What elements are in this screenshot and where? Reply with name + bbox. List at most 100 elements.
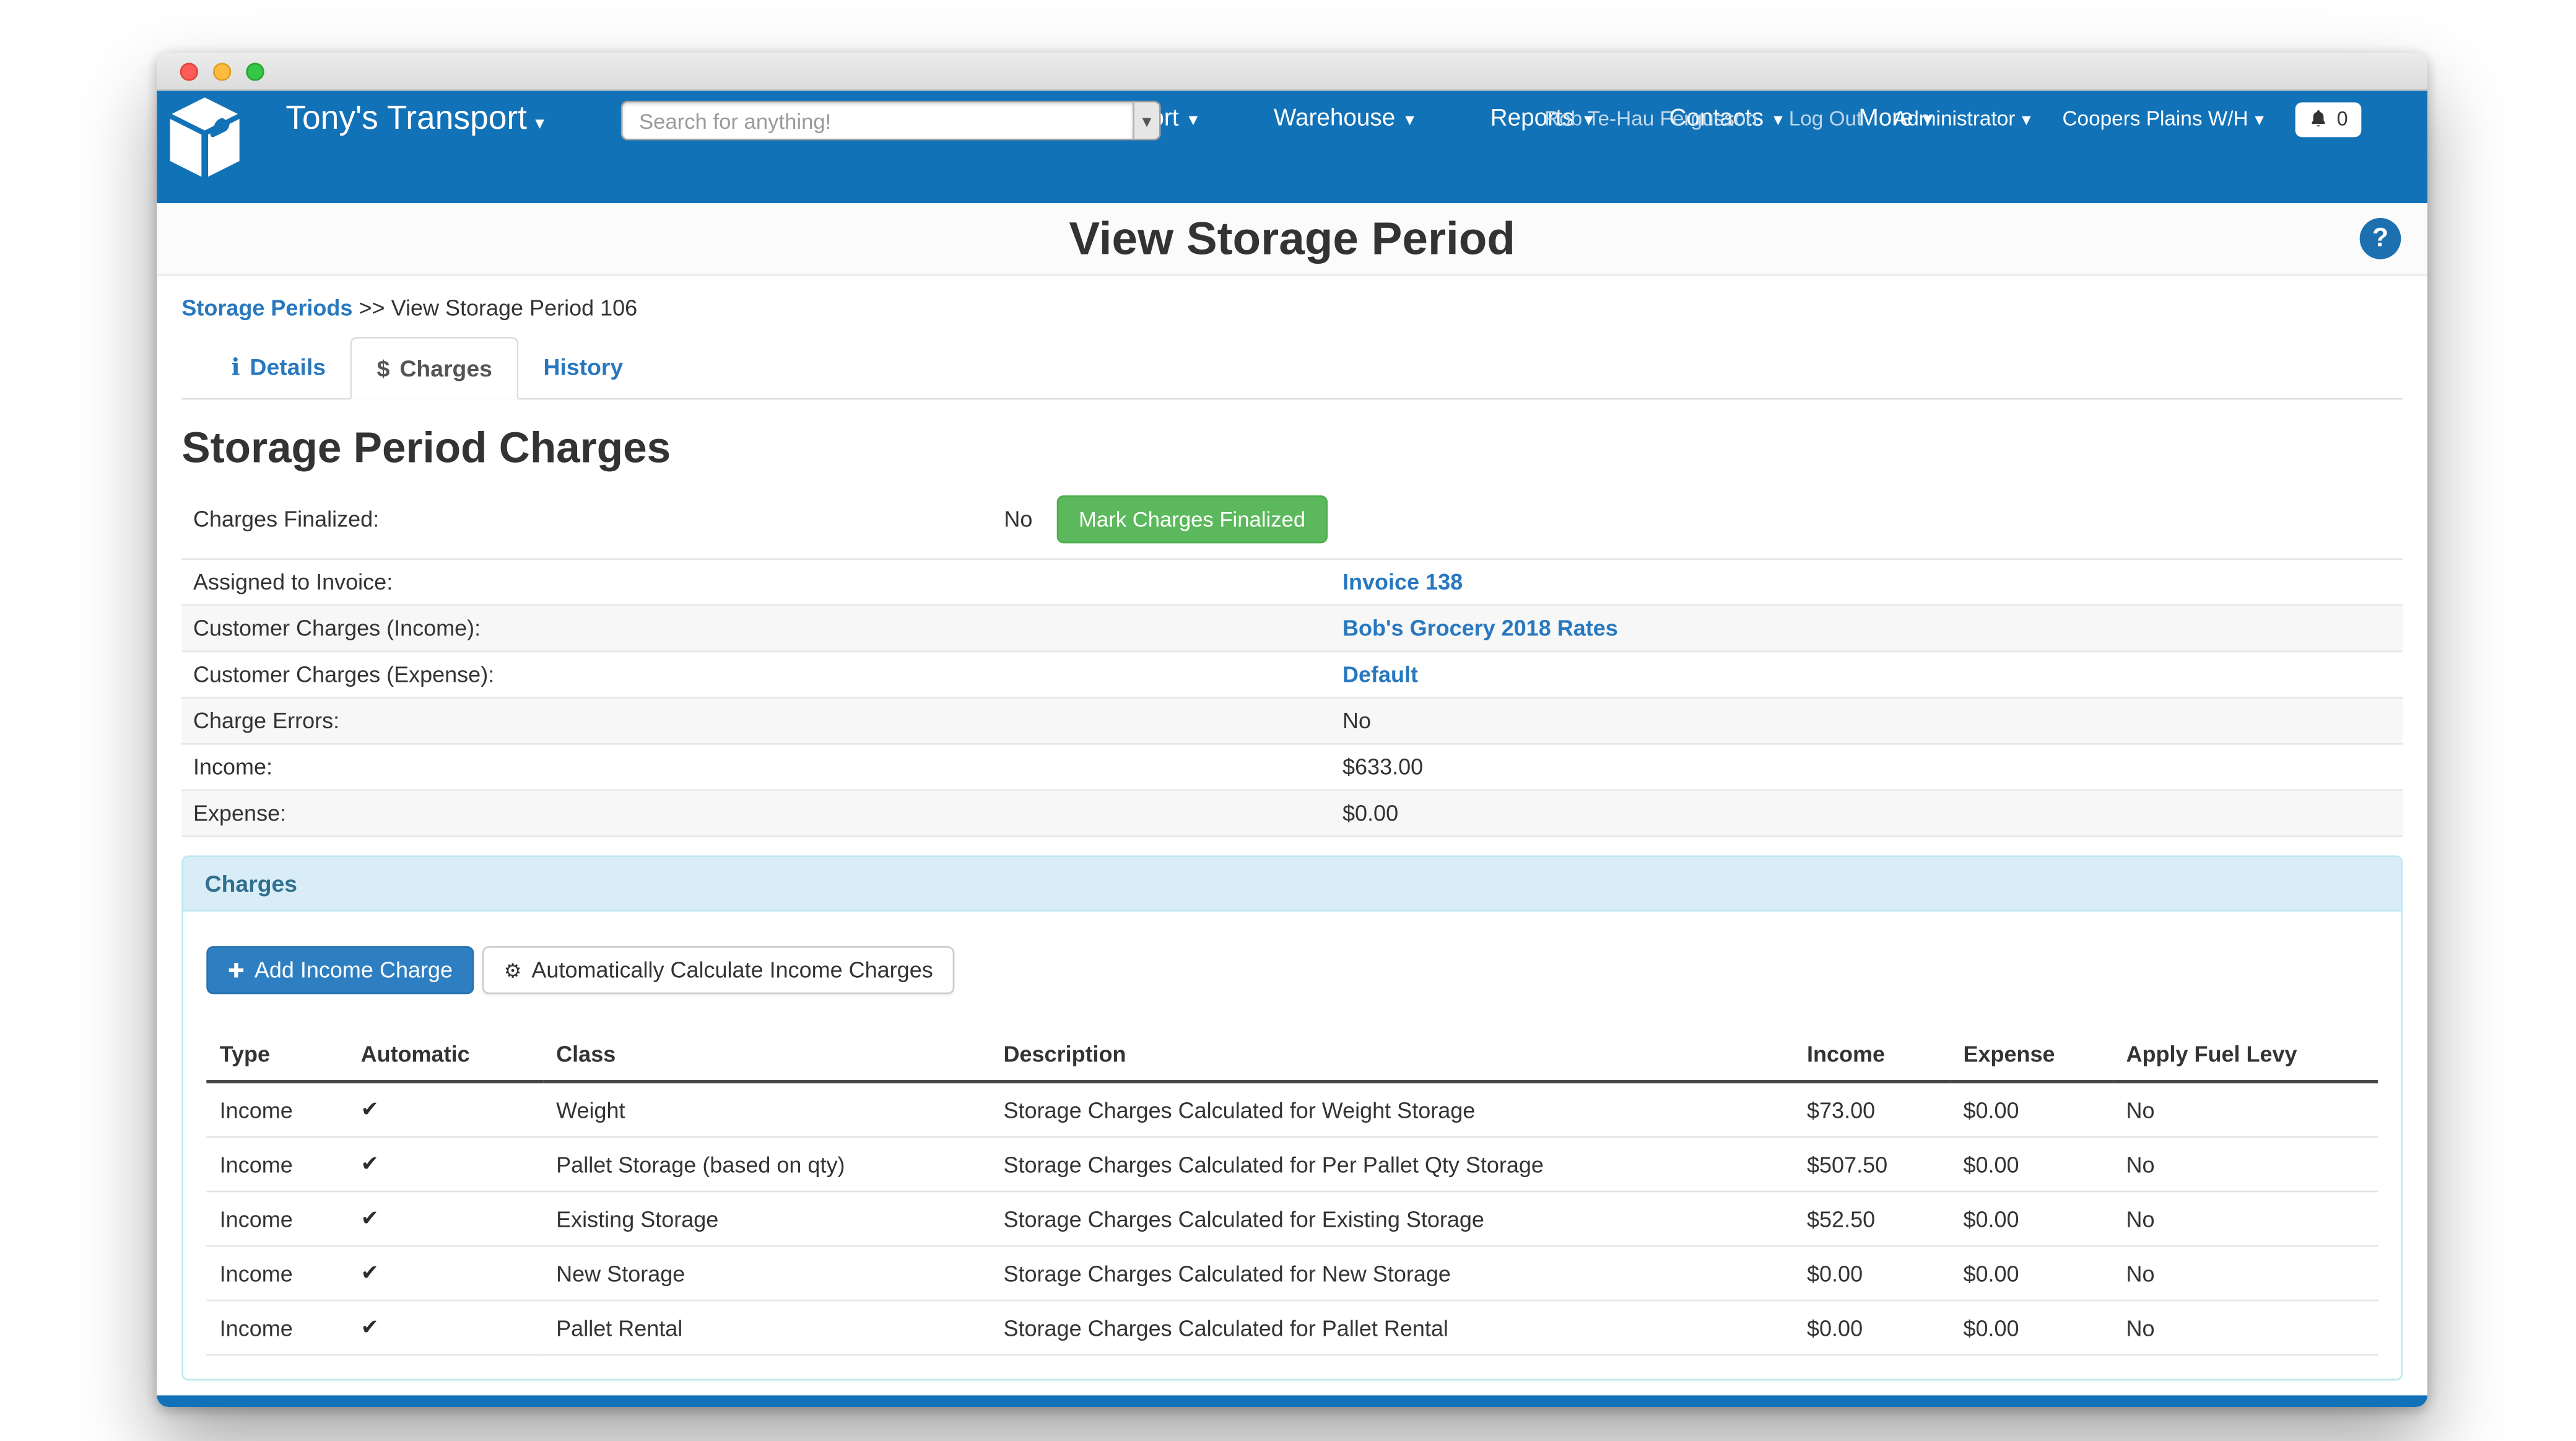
warehouse-dropdown[interactable]: Coopers Plains W/H ▾ xyxy=(2062,107,2264,130)
add-income-charge-button[interactable]: ✚ Add Income Charge xyxy=(206,946,474,994)
charge-row-new-storage: Income✔New StorageStorage Charges Calcul… xyxy=(206,1246,2378,1300)
tab-bar: iDetails$ChargesHistory xyxy=(181,337,2403,399)
charge-automatic-cell: ✔ xyxy=(347,1246,543,1300)
charge-fuel-levy-cell: No xyxy=(2113,1082,2378,1137)
top-links: Rob Te-Hau Fergusson Log Out Administrat… xyxy=(1544,91,2361,147)
check-icon: ✔ xyxy=(361,1207,379,1232)
charge-class-cell: Pallet Rental xyxy=(543,1300,990,1355)
logout-link[interactable]: Log Out xyxy=(1789,107,1863,130)
charge-fuel-levy-cell: No xyxy=(2113,1137,2378,1191)
minimize-button[interactable] xyxy=(213,62,231,80)
check-icon: ✔ xyxy=(361,1098,379,1123)
charge-fuel-levy-cell: No xyxy=(2113,1191,2378,1246)
role-label: Administrator xyxy=(1894,107,2015,130)
tab-details: iDetails xyxy=(206,337,350,399)
column-header-income: Income xyxy=(1794,1029,1950,1081)
summary-row-expense: Expense: $0.00 xyxy=(181,791,2403,837)
app-logo-icon xyxy=(163,96,246,178)
search-scope-dropdown[interactable]: ▾ xyxy=(1133,101,1160,141)
charge-expense-cell: $0.00 xyxy=(1950,1137,2113,1191)
caret-down-icon: ▾ xyxy=(2022,109,2031,131)
dollar-icon: $ xyxy=(377,355,390,381)
charges-finalized-value-group: No Mark Charges Finalized xyxy=(1004,495,1326,542)
tab-link-charges[interactable]: $Charges xyxy=(350,337,519,399)
charge-automatic-cell: ✔ xyxy=(347,1300,543,1355)
window-titlebar xyxy=(157,53,2427,90)
charge-class-cell: Pallet Storage (based on qty) xyxy=(543,1137,990,1191)
brand-menu[interactable]: Tony's Transport ▾ xyxy=(285,101,544,139)
charges-actions: ✚ Add Income Charge ⚙ Automatically Calc… xyxy=(206,946,2378,994)
column-header-automatic: Automatic xyxy=(347,1029,543,1081)
summary-label: Customer Charges (Income): xyxy=(193,616,481,641)
caret-down-icon: ▾ xyxy=(535,112,544,134)
summary-row-income: Income:$633.00 xyxy=(181,745,2403,791)
charge-type-cell: Income xyxy=(206,1300,347,1355)
caret-down-icon: ▾ xyxy=(1142,110,1152,131)
user-name-link[interactable]: Rob Te-Hau Fergusson xyxy=(1544,107,1757,130)
help-icon[interactable]: ? xyxy=(2360,218,2401,259)
auto-calculate-charges-button[interactable]: ⚙ Automatically Calculate Income Charges xyxy=(482,946,954,994)
summary-value: $0.00 xyxy=(1342,801,1398,825)
charge-type-cell: Income xyxy=(206,1137,347,1191)
charges-finalized-label: Charges Finalized: xyxy=(193,506,379,531)
brand-label: Tony's Transport xyxy=(285,101,527,139)
charge-type-cell: Income xyxy=(206,1191,347,1246)
summary-label: Assigned to Invoice: xyxy=(193,570,393,594)
summary-value-link[interactable]: Default xyxy=(1342,662,1418,687)
check-icon: ✔ xyxy=(361,1261,379,1286)
caret-down-icon: ▾ xyxy=(2255,109,2264,131)
user-name-label: Rob Te-Hau Fergusson xyxy=(1544,107,1757,130)
charge-row-weight: Income✔WeightStorage Charges Calculated … xyxy=(206,1082,2378,1137)
charge-automatic-cell: ✔ xyxy=(347,1082,543,1137)
add-income-charge-label: Add Income Charge xyxy=(255,958,453,983)
global-search: ▾ xyxy=(621,101,1161,141)
plus-icon: ✚ xyxy=(228,959,245,982)
section-heading: Storage Period Charges xyxy=(181,423,2403,474)
gear-icon: ⚙ xyxy=(504,959,522,982)
notifications-button[interactable]: 0 xyxy=(2295,102,2362,136)
breadcrumb-link-storage-periods[interactable]: Storage Periods xyxy=(181,295,352,320)
tab-history: History xyxy=(519,337,648,399)
charge-row-pallet-storage-based-on-qty: Income ✔ Pallet Storage (based on qty)Stor… xyxy=(206,1137,2378,1191)
check-icon: ✔ xyxy=(361,1152,379,1177)
column-header-expense: Expense xyxy=(1950,1029,2113,1081)
check-icon: ✔ xyxy=(361,1316,379,1341)
notification-count: 0 xyxy=(2337,107,2348,130)
summary-label: Expense: xyxy=(193,801,286,825)
close-button[interactable] xyxy=(180,62,198,80)
charges-panel-title: Charges xyxy=(183,857,2401,912)
charges-table: TypeAutomaticClassDescriptionIncomeExpen… xyxy=(206,1029,2378,1356)
charge-description-cell: Storage Charges Calculated for Pallet Re… xyxy=(990,1300,1794,1355)
charge-expense-cell: $0.00 xyxy=(1950,1191,2113,1246)
summary-value: $633.00 xyxy=(1342,755,1423,780)
maximize-button[interactable] xyxy=(246,62,264,80)
charges-panel: Charges ✚ Add Income Charge ⚙ Automatica… xyxy=(181,855,2403,1380)
charge-type-cell: Income xyxy=(206,1246,347,1300)
charge-expense-cell: $0.00 xyxy=(1950,1300,2113,1355)
charge-class-cell: Weight xyxy=(543,1082,990,1137)
charge-income-cell: $0.00 xyxy=(1794,1300,1950,1355)
role-dropdown[interactable]: Administrator ▾ xyxy=(1894,107,2031,130)
tab-link-details[interactable]: iDetails xyxy=(206,337,350,398)
footer-bar xyxy=(157,1395,2427,1407)
charges-finalized-row: Charges Finalized: No Mark Charges Final… xyxy=(181,494,2403,543)
charge-income-cell: $73.00 xyxy=(1794,1082,1950,1137)
search-input[interactable] xyxy=(621,101,1133,141)
charge-fuel-levy-cell: No xyxy=(2113,1300,2378,1355)
tab-link-history[interactable]: History xyxy=(519,337,648,396)
column-header-type: Type xyxy=(206,1029,347,1081)
summary-value-link[interactable]: Bob's Grocery 2018 Rates xyxy=(1342,616,1618,641)
info-icon: i xyxy=(231,355,240,381)
bell-icon xyxy=(2308,109,2328,129)
charge-income-cell: $507.50 xyxy=(1794,1137,1950,1191)
page-content: Storage Periods >> View Storage Period 1… xyxy=(157,295,2427,1380)
charge-description-cell: Storage Charges Calculated for Per Palle… xyxy=(990,1137,1794,1191)
charge-class-cell: New Storage xyxy=(543,1246,990,1300)
summary-value-link[interactable]: Invoice 138 xyxy=(1342,570,1463,594)
mark-charges-finalized-button[interactable]: Mark Charges Finalized xyxy=(1057,495,1326,542)
charge-expense-cell: $0.00 xyxy=(1950,1246,2113,1300)
summary-table: Assigned to Invoice: Invoice 138 Customer … xyxy=(181,558,2403,837)
charge-automatic-cell: ✔ xyxy=(347,1191,543,1246)
charge-expense-cell: $0.00 xyxy=(1950,1082,2113,1137)
nav-item-warehouse[interactable]: Warehouse▾ xyxy=(1274,106,1414,133)
